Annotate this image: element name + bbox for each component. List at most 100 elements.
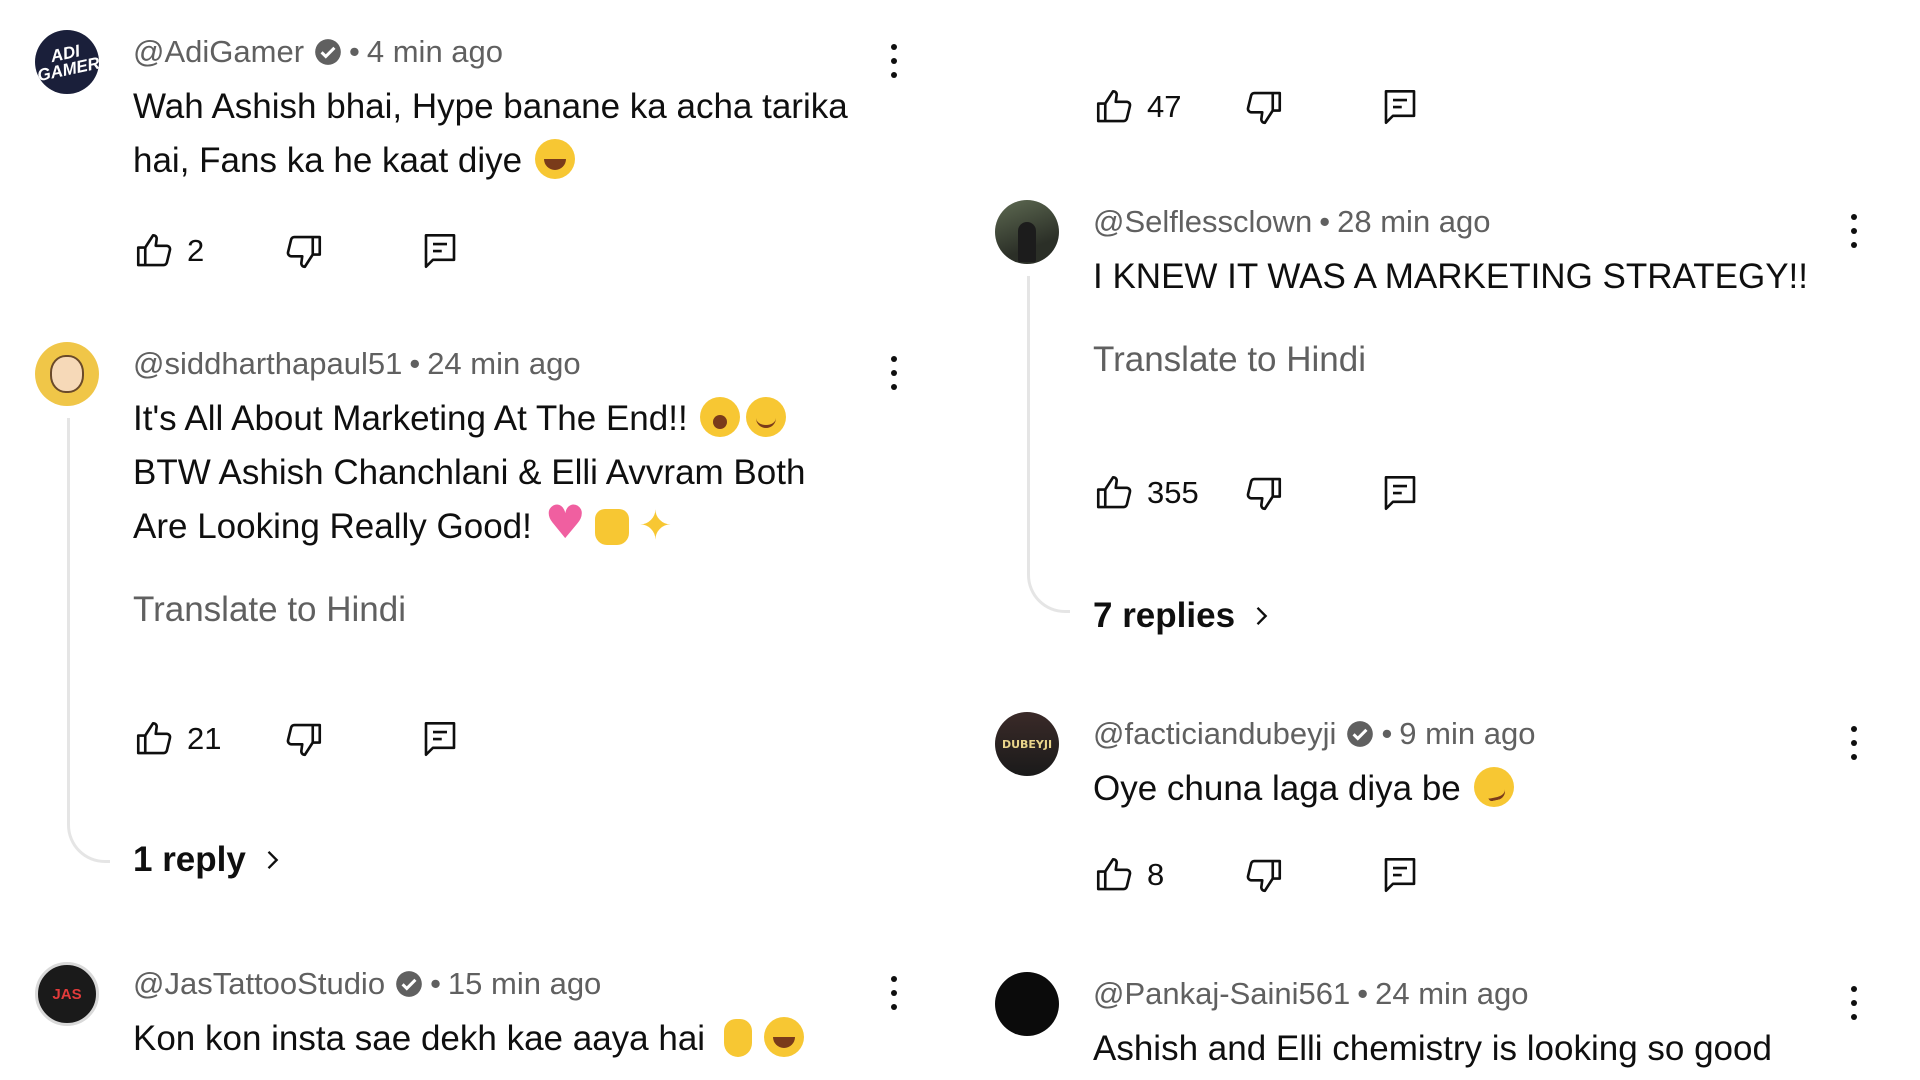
like-button[interactable]: 21 [133, 718, 283, 760]
more-vert-icon[interactable] [1850, 986, 1858, 1022]
comment-actions: 8 [1093, 852, 1421, 898]
author-handle[interactable]: @AdiGamer [133, 34, 304, 70]
avatar[interactable]: DUBEYJI [995, 712, 1059, 776]
smiling-emoji-icon [746, 397, 787, 437]
comment-meta: @Selflessclown • 28 min ago [1093, 204, 1491, 240]
comment-text: Kon kon insta sae dekh kae aaya hai [133, 1012, 913, 1066]
reply-button[interactable] [419, 230, 461, 272]
comment-text: Oye chuna laga diya be [1093, 762, 1873, 816]
avatar[interactable]: JAS [35, 962, 99, 1026]
avatar[interactable] [35, 342, 99, 406]
comment-meta: @AdiGamer • 4 min ago [133, 34, 503, 70]
avatar[interactable] [995, 972, 1059, 1036]
meta-separator: • [1381, 716, 1393, 751]
comment-reply-icon [1384, 89, 1416, 125]
replies-count: 7 replies [1093, 596, 1236, 635]
comment-time[interactable]: 4 min ago [367, 34, 503, 70]
comment-time[interactable]: 15 min ago [448, 966, 601, 1002]
more-vert-icon[interactable] [890, 44, 898, 80]
author-handle[interactable]: @JasTattooStudio [133, 966, 385, 1002]
reply-button[interactable] [1379, 472, 1421, 514]
author-handle[interactable]: @Selflessclown [1093, 204, 1312, 240]
dislike-button[interactable] [283, 230, 419, 272]
dislike-button[interactable] [1243, 472, 1379, 514]
comment-text-body: Wah Ashish bhai, Hype banane ka acha tar… [133, 87, 848, 180]
more-vert-icon[interactable] [890, 356, 898, 392]
smirking-emoji-icon [1473, 767, 1514, 807]
thumb-up-icon [136, 233, 172, 267]
dislike-button[interactable] [1243, 86, 1379, 128]
translate-link[interactable]: Translate to Hindi [133, 590, 406, 630]
author-handle[interactable]: @facticiandubeyji [1093, 716, 1336, 752]
like-button[interactable]: 2 [133, 230, 283, 272]
sparkles-emoji-icon [637, 499, 677, 553]
reply-button[interactable] [419, 718, 461, 760]
avatar[interactable] [995, 200, 1059, 264]
comment-reply-icon [1384, 857, 1416, 893]
meta-separator: • [349, 34, 360, 69]
avatar[interactable]: ADI GAMER [35, 30, 99, 94]
reply-button[interactable] [1379, 86, 1421, 128]
comments-column-right: 47 @Selflessclown • 28 min ago I KNEW IT… [960, 0, 1910, 1080]
view-replies-button[interactable]: 1 reply [133, 840, 286, 880]
meta-separator: • [409, 346, 421, 381]
verified-badge-icon [1347, 721, 1374, 747]
chevron-right-icon [1256, 607, 1268, 625]
comment-meta: @Pankaj-Saini561 • 24 min ago [1093, 976, 1528, 1012]
like-button[interactable]: 47 [1093, 86, 1243, 128]
comment-text-body: Kon kon insta sae dekh kae aaya hai [133, 1019, 706, 1058]
comment-reply-icon [1384, 475, 1416, 511]
dislike-button[interactable] [1243, 854, 1379, 896]
comment-reply-icon [424, 721, 456, 757]
avatar-logo-text: ADI GAMER [35, 41, 99, 86]
comment-text: It's All About Marketing At The End!! BT… [133, 392, 913, 554]
comment-meta: @facticiandubeyji • 9 min ago [1093, 716, 1535, 752]
more-vert-icon[interactable] [890, 976, 898, 1012]
verified-badge-icon [315, 39, 341, 65]
comment-reply-icon [424, 233, 456, 269]
more-vert-icon[interactable] [1850, 726, 1858, 762]
more-vert-icon[interactable] [1850, 214, 1858, 250]
thumb-up-icon [1096, 857, 1132, 891]
comment-line-2: BTW Ashish Chanchlani & Elli Avvram Both [133, 446, 913, 500]
like-count: 21 [187, 721, 222, 756]
avatar-logo-text: JAS [52, 985, 82, 1003]
thumb-down-icon [286, 235, 322, 269]
reply-button[interactable] [1379, 854, 1421, 896]
comment-line-3: Are Looking Really Good! [133, 495, 913, 554]
comment-time[interactable]: 24 min ago [427, 346, 580, 382]
comment-time[interactable]: 28 min ago [1337, 204, 1490, 240]
like-button[interactable]: 8 [1093, 854, 1243, 896]
author-handle[interactable]: @Pankaj-Saini561 [1093, 976, 1350, 1012]
raised-hand-emoji-icon [718, 1017, 758, 1057]
dislike-button[interactable] [283, 718, 419, 760]
comment-text: I KNEW IT WAS A MARKETING STRATEGY!! [1093, 250, 1873, 304]
view-replies-button[interactable]: 7 replies [1093, 596, 1275, 636]
thumb-down-icon [286, 723, 322, 757]
sparkling-heart-emoji-icon [545, 495, 586, 549]
comment-time[interactable]: 9 min ago [1399, 716, 1535, 752]
meta-separator: • [430, 966, 441, 1001]
comment-actions: 47 [1093, 84, 1421, 130]
thumb-down-icon [1246, 91, 1282, 125]
meta-separator: • [1357, 976, 1369, 1011]
laughing-emoji-icon [763, 1017, 804, 1057]
author-handle[interactable]: @siddharthapaul51 [133, 346, 402, 382]
comment-text-line: It's All About Marketing At The End!! [133, 399, 688, 438]
translate-link[interactable]: Translate to Hindi [1093, 340, 1366, 380]
raising-hands-emoji-icon [591, 505, 631, 545]
comment-time[interactable]: 24 min ago [1375, 976, 1528, 1012]
thumb-up-icon [1096, 89, 1132, 123]
like-count: 47 [1147, 89, 1182, 124]
like-button[interactable]: 355 [1093, 472, 1243, 514]
comment-meta: @JasTattooStudio • 15 min ago [133, 966, 601, 1002]
thumb-down-icon [1246, 477, 1282, 511]
comment-text-body: Ashish and Elli chemistry is looking so … [1093, 1029, 1772, 1068]
laughing-emoji-icon [534, 139, 575, 179]
comment-text-line: BTW Ashish Chanchlani & Elli Avvram Both [133, 453, 806, 492]
thread-connector-line [67, 418, 110, 863]
like-count: 8 [1147, 857, 1165, 892]
chevron-right-icon [267, 851, 279, 869]
comment-line-1: It's All About Marketing At The End!! [133, 392, 913, 446]
comment-meta: @siddharthapaul51 • 24 min ago [133, 346, 581, 382]
